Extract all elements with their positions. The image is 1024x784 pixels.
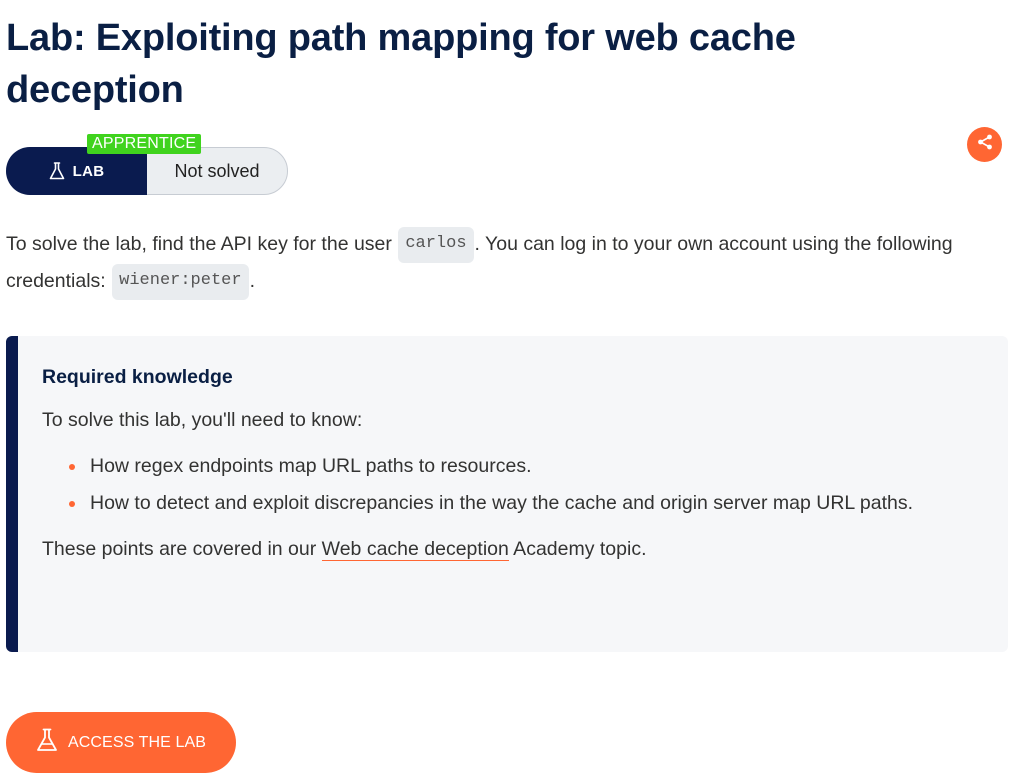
knowledge-list: How regex endpoints map URL paths to res… bbox=[42, 448, 962, 522]
bullet-icon bbox=[69, 464, 75, 470]
required-knowledge-panel: Required knowledge To solve this lab, yo… bbox=[6, 336, 1008, 652]
knowledge-intro: To solve this lab, you'll need to know: bbox=[42, 409, 363, 431]
knowledge-footer: These points are covered in our Web cach… bbox=[42, 534, 1008, 564]
bullet-icon bbox=[69, 501, 75, 507]
list-item-text: How to detect and exploit discrepancies … bbox=[90, 492, 914, 514]
difficulty-level-tag: APPRENTICE bbox=[87, 134, 202, 154]
knowledge-heading: Required knowledge bbox=[42, 366, 233, 388]
access-lab-button[interactable]: ACCESS THE LAB bbox=[6, 712, 236, 773]
user-code: carlos bbox=[398, 226, 474, 263]
page-title: Lab: Exploiting path mapping for web cac… bbox=[6, 17, 796, 111]
credentials-code: wiener:peter bbox=[112, 263, 249, 300]
lab-status-badge: LAB Not solved bbox=[6, 147, 288, 195]
footer-text-1: These points are covered in our bbox=[42, 538, 322, 560]
flask-icon bbox=[49, 162, 65, 180]
lab-description: To solve the lab, find the API key for t… bbox=[6, 226, 1006, 300]
lab-type-label: LAB bbox=[6, 147, 147, 195]
share-icon bbox=[976, 133, 994, 156]
access-lab-label: ACCESS THE LAB bbox=[67, 733, 207, 751]
share-button[interactable] bbox=[967, 127, 1002, 162]
list-item: How regex endpoints map URL paths to res… bbox=[66, 448, 962, 485]
list-item-text: How regex endpoints map URL paths to res… bbox=[90, 455, 532, 477]
web-cache-deception-link[interactable]: Web cache deception bbox=[321, 538, 509, 561]
list-item: How to detect and exploit discrepancies … bbox=[66, 485, 962, 522]
description-text-1: To solve the lab, find the API key for t… bbox=[6, 233, 398, 255]
lab-type-text: LAB bbox=[72, 162, 105, 180]
description-text-3: . bbox=[249, 270, 255, 292]
lab-solved-status: Not solved bbox=[174, 160, 260, 181]
footer-text-2: Academy topic. bbox=[508, 538, 647, 560]
flask-icon bbox=[36, 728, 58, 757]
